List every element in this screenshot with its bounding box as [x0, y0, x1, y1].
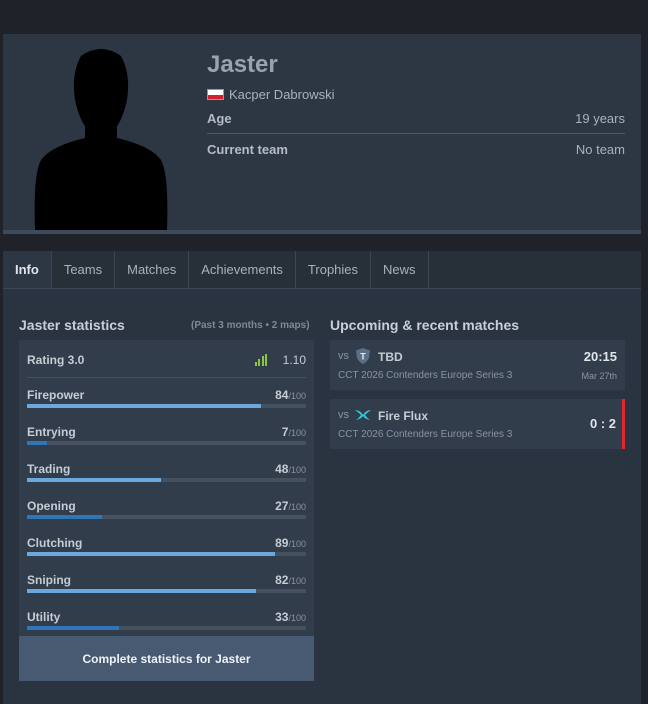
event-name: CCT 2026 Contenders Europe Series 3: [338, 429, 513, 440]
statistics-title: Jaster statistics: [19, 317, 125, 333]
stat-bar-fill: [27, 626, 120, 630]
stat-value: 84: [275, 388, 289, 402]
stat-bar-fill: [27, 441, 47, 445]
statistics-box: Rating 3.0 1.10 Firepower 84/100 Entrying…: [19, 340, 314, 680]
statistics-period: (Past 3 months • 2 maps): [191, 320, 310, 331]
tab-achievements[interactable]: Achievements: [189, 251, 296, 288]
vs-label: vs: [338, 350, 349, 362]
tbd-shield-icon: T: [356, 348, 370, 364]
player-silhouette-image: [34, 49, 168, 230]
stat-name: Firepower: [27, 388, 85, 402]
tab-info[interactable]: Info: [3, 251, 52, 288]
tab-trophies[interactable]: Trophies: [296, 251, 372, 288]
stat-clutching: Clutching 89/100: [27, 536, 306, 566]
stat-max: /100: [288, 428, 306, 438]
stat-bar-fill: [27, 515, 103, 519]
stat-trading: Trading 48/100: [27, 462, 306, 492]
stat-max: /100: [288, 576, 306, 586]
stat-bar-track: [27, 589, 306, 593]
stat-entrying: Entrying 7/100: [27, 425, 306, 455]
stat-value: 89: [275, 536, 289, 550]
rating-row: Rating 3.0 1.10: [27, 352, 306, 368]
stat-bar-track: [27, 515, 306, 519]
tab-matches[interactable]: Matches: [115, 251, 190, 288]
stat-max: /100: [288, 391, 306, 401]
vs-label: vs: [338, 409, 349, 421]
stat-value: 27: [275, 499, 289, 513]
stat-bar-track: [27, 404, 306, 408]
stat-name: Utility: [27, 610, 61, 624]
stat-max: /100: [288, 502, 306, 512]
tab-teams[interactable]: Teams: [52, 251, 116, 288]
player-nickname: Jaster: [207, 51, 278, 78]
fire-flux-logo-icon: [355, 410, 371, 420]
stat-max: /100: [288, 465, 306, 475]
stat-bar-track: [27, 552, 306, 556]
age-label: Age: [207, 111, 232, 126]
match-item-upcoming[interactable]: vs T TBD CCT 2026 Contenders Europe Seri…: [330, 340, 625, 390]
age-row: Age 19 years: [207, 104, 625, 134]
stat-name: Opening: [27, 499, 76, 513]
profile-tabs: Info Teams Matches Achievements Trophies…: [3, 251, 641, 289]
match-item-recent[interactable]: vs Fire Flux CCT 2026 Contenders Europe …: [330, 399, 625, 449]
stat-name: Clutching: [27, 536, 83, 550]
player-info-panel: Info Teams Matches Achievements Trophies…: [3, 251, 641, 704]
current-team-row: Current team No team: [207, 134, 625, 164]
stat-value: 48: [275, 462, 289, 476]
stat-value: 82: [275, 573, 289, 587]
match-score: 0 : 2: [589, 416, 616, 431]
real-name-text: Kacper Dabrowski: [229, 87, 335, 102]
opponent-team-name[interactable]: Fire Flux: [378, 409, 428, 423]
stat-bar-track: [27, 478, 306, 482]
matches-title: Upcoming & recent matches: [330, 317, 520, 333]
divider: [27, 377, 306, 378]
stat-bar-track: [27, 441, 306, 445]
age-value: 19 years: [575, 111, 625, 126]
stat-max: /100: [288, 613, 306, 623]
stat-name: Entrying: [27, 425, 76, 439]
rating-label: Rating 3.0: [27, 353, 85, 367]
rating-value: 1.10: [282, 353, 306, 367]
complete-statistics-button[interactable]: Complete statistics for Jaster: [19, 636, 314, 681]
match-time: 20:15: [583, 349, 617, 364]
current-team-label: Current team: [207, 141, 288, 157]
player-real-name: Kacper Dabrowski: [207, 87, 335, 102]
match-date: Mar 27th: [581, 371, 617, 381]
stat-bar-fill: [27, 589, 256, 593]
stat-max: /100: [288, 539, 306, 549]
poland-flag-icon: [207, 89, 224, 100]
stat-opening: Opening 27/100: [27, 499, 306, 529]
tab-news[interactable]: News: [371, 251, 429, 288]
stat-bar-fill: [27, 478, 161, 482]
stat-bar-fill: [27, 404, 262, 408]
stat-value: 33: [275, 610, 289, 624]
svg-text:T: T: [360, 352, 366, 362]
stat-sniping: Sniping 82/100: [27, 573, 306, 603]
stat-name: Trading: [27, 462, 71, 476]
player-profile-header: Jaster Kacper Dabrowski Age 19 years Cur…: [3, 34, 641, 234]
opponent-team-name[interactable]: TBD: [378, 350, 403, 364]
current-team-value: No team: [575, 141, 625, 157]
stat-bar-fill: [27, 552, 276, 556]
stat-bar-track: [27, 626, 306, 630]
event-name: CCT 2026 Contenders Europe Series 3: [338, 370, 513, 381]
rating-bars-icon: [254, 354, 269, 366]
stat-firepower: Firepower 84/100: [27, 388, 306, 418]
stat-name: Sniping: [27, 573, 71, 587]
